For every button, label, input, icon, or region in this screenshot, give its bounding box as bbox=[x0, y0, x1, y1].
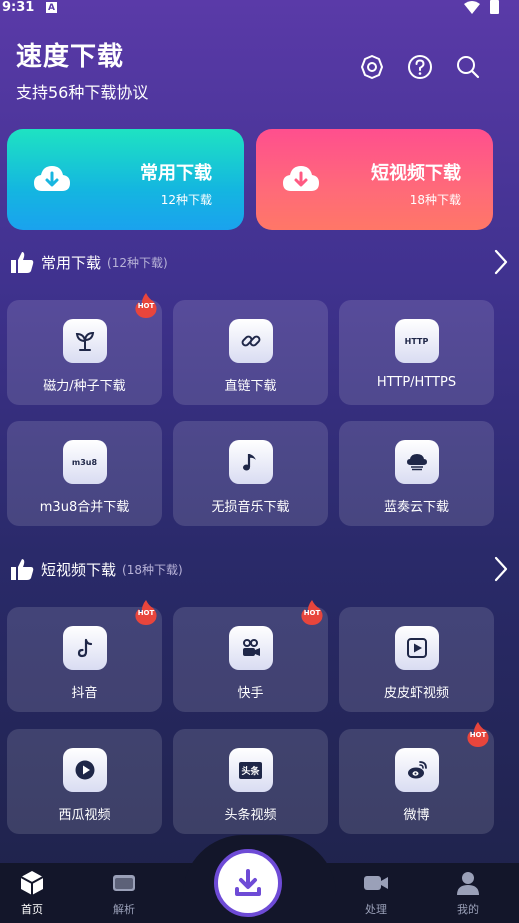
tile-xigua[interactable]: 西瓜视频 bbox=[7, 729, 162, 834]
tile-label: HTTP/HTTPS bbox=[376, 375, 457, 390]
nav-profile[interactable]: 我的 bbox=[438, 869, 498, 917]
short-video-card-subtitle: 18种下载 bbox=[409, 193, 461, 207]
thumbs-up-icon bbox=[11, 559, 34, 580]
tile-lanzou-download[interactable]: 蓝奏云下载 bbox=[339, 421, 494, 526]
short-video-card-title: 短视频下载 bbox=[371, 163, 461, 184]
tile-magnet-download[interactable]: 磁力/种子下载 HOT bbox=[7, 293, 162, 405]
nav-home[interactable]: 首页 bbox=[2, 869, 62, 917]
common-download-card[interactable]: 常用下载 12种下载 bbox=[7, 129, 244, 230]
tile-label: 磁力/种子下载 bbox=[43, 379, 126, 394]
tile-label: 头条视频 bbox=[224, 808, 277, 823]
tile-direct-link-download[interactable]: 直链下载 bbox=[173, 300, 328, 405]
section-header-common[interactable]: 常用下载 (12种下载) bbox=[9, 247, 509, 277]
chevron-right-icon[interactable] bbox=[493, 249, 509, 275]
wifi-icon bbox=[464, 1, 480, 14]
tile-http-download[interactable]: HTTP HTTP/HTTPS bbox=[339, 300, 494, 405]
settings-icon[interactable] bbox=[359, 54, 385, 80]
section-label: 常用下载 bbox=[41, 253, 102, 272]
m3u8-icon: m3u8 bbox=[62, 440, 107, 484]
cloud-download-icon bbox=[34, 166, 70, 191]
section-count: (18种下载) bbox=[122, 562, 183, 577]
header: 速度下载 支持56种下载协议 bbox=[16, 36, 148, 103]
tile-toutiao[interactable]: 头条 头条视频 bbox=[173, 729, 328, 834]
tile-weibo[interactable]: 微博 HOT bbox=[339, 722, 494, 834]
notification-a-icon: A bbox=[46, 2, 57, 13]
user-icon bbox=[457, 872, 479, 895]
tile-label: 无损音乐下载 bbox=[211, 500, 290, 515]
weibo-icon bbox=[394, 748, 439, 792]
hot-badge: HOT bbox=[134, 292, 158, 318]
tile-m3u8-download[interactable]: m3u8 m3u8合并下载 bbox=[7, 421, 162, 526]
tile-label: 快手 bbox=[237, 686, 264, 701]
nav-parse[interactable]: 解析 bbox=[94, 869, 154, 917]
center-download-button[interactable] bbox=[214, 849, 282, 917]
cloud-icon bbox=[394, 440, 439, 484]
http-icon: HTTP bbox=[394, 319, 439, 363]
thumbs-up-icon bbox=[11, 252, 34, 273]
folder-stack-icon bbox=[113, 875, 135, 891]
tile-lossless-music-download[interactable]: 无损音乐下载 bbox=[173, 421, 328, 526]
chevron-right-icon[interactable] bbox=[493, 556, 509, 582]
tile-kuaishou[interactable]: 快手 HOT bbox=[173, 600, 328, 712]
bottom-nav: 首页 解析 处理 我的 bbox=[0, 835, 519, 923]
play-square-icon bbox=[394, 626, 439, 670]
toutiao-icon: 头条 bbox=[228, 748, 273, 792]
tile-pipixia[interactable]: 皮皮虾视频 bbox=[339, 607, 494, 712]
section-header-short-video[interactable]: 短视频下载 (18种下载) bbox=[9, 554, 509, 584]
tiktok-icon bbox=[62, 626, 107, 670]
cloud-download-icon bbox=[283, 166, 319, 191]
common-card-title: 常用下载 bbox=[140, 163, 212, 184]
tile-label: 皮皮虾视频 bbox=[383, 686, 449, 701]
help-icon[interactable] bbox=[407, 54, 433, 80]
app-subtitle: 支持56种下载协议 bbox=[16, 83, 149, 102]
section-label: 短视频下载 bbox=[41, 560, 117, 579]
tile-label: 蓝奏云下载 bbox=[383, 500, 449, 515]
common-card-subtitle: 12种下载 bbox=[160, 193, 212, 207]
hot-badge: HOT bbox=[134, 599, 158, 625]
header-actions bbox=[359, 54, 481, 80]
sprout-icon bbox=[62, 319, 107, 363]
section-count: (12种下载) bbox=[107, 255, 168, 270]
search-icon[interactable] bbox=[455, 54, 481, 80]
hot-badge: HOT bbox=[466, 721, 490, 747]
tile-label: 微博 bbox=[403, 808, 430, 823]
download-icon bbox=[235, 869, 261, 896]
tile-douyin[interactable]: 抖音 HOT bbox=[7, 600, 162, 712]
play-circle-icon bbox=[62, 748, 107, 792]
battery-icon bbox=[490, 0, 499, 14]
nav-process[interactable]: 处理 bbox=[346, 869, 406, 917]
tile-label: 抖音 bbox=[71, 686, 98, 701]
tile-label: 直链下载 bbox=[224, 379, 277, 394]
short-video-download-card[interactable]: 短视频下载 18种下载 bbox=[256, 129, 493, 230]
kuaishou-camera-icon bbox=[228, 626, 273, 670]
tile-label: m3u8合并下载 bbox=[39, 500, 130, 515]
app-title: 速度下载 bbox=[16, 42, 125, 72]
music-note-icon bbox=[228, 440, 273, 484]
link-icon bbox=[228, 319, 273, 363]
status-bar: 9:31 A bbox=[0, 0, 519, 16]
tile-label: 西瓜视频 bbox=[58, 808, 111, 823]
hot-badge: HOT bbox=[300, 599, 324, 625]
status-time: 9:31 bbox=[2, 0, 35, 15]
video-camera-icon bbox=[364, 876, 388, 890]
home-cube-icon bbox=[20, 871, 44, 895]
